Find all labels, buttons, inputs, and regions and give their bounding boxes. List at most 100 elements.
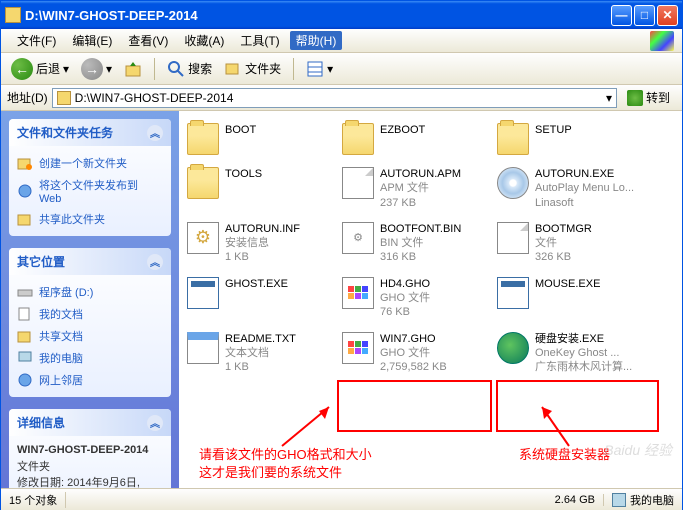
new-folder-icon [17, 155, 33, 171]
panel-title: 其它位置 [17, 253, 65, 270]
files-area[interactable]: BOOTEZBOOTSETUP TOOLSAUTORUN.APMAPM 文件237… [179, 111, 682, 488]
details-panel: 详细信息 ︽ WIN7-GHOST-DEEP-2014 文件夹 修改日期: 20… [9, 409, 171, 488]
sidebar: 文件和文件夹任务 ︽ 创建一个新文件夹 将这个文件夹发布到 Web 共享此文件夹… [1, 111, 179, 488]
menu-edit[interactable]: 编辑(E) [64, 30, 120, 51]
details-body: WIN7-GHOST-DEEP-2014 文件夹 修改日期: 2014年9月6日… [9, 436, 171, 488]
annotation-text-right: 系统硬盘安装器 [519, 446, 610, 464]
menubar: 文件(F) 编辑(E) 查看(V) 收藏(A) 工具(T) 帮助(H) [1, 29, 682, 53]
details-date-label: 修改日期: [17, 477, 64, 488]
file-item[interactable]: BOOTMGR文件326 KB [493, 218, 648, 269]
network-icon [17, 372, 33, 388]
folder-up-icon [124, 60, 142, 78]
chevron-down-icon: ▾ [327, 62, 333, 76]
file-item[interactable]: SETUP [493, 119, 648, 159]
place-mydocs[interactable]: 我的文档 [17, 303, 163, 325]
maximize-button[interactable]: □ [634, 5, 655, 26]
panel-header[interactable]: 其它位置 ︽ [9, 248, 171, 275]
details-type: 文件夹 [17, 461, 50, 473]
file-item[interactable]: GHOST.EXE [183, 273, 338, 324]
menu-file[interactable]: 文件(F) [9, 30, 64, 51]
file-item[interactable]: EZBOOT [338, 119, 493, 159]
places-panel: 其它位置 ︽ 程序盘 (D:) 我的文档 共享文档 我的电脑 网上邻居 [9, 248, 171, 397]
place-shareddocs[interactable]: 共享文档 [17, 325, 163, 347]
views-button[interactable]: ▾ [302, 58, 337, 80]
status-size: 2.64 GB [547, 494, 604, 506]
panel-header[interactable]: 详细信息 ︽ [9, 409, 171, 436]
folders-button[interactable]: 文件夹 [220, 58, 285, 80]
shared-docs-icon [17, 328, 33, 344]
globe-icon [17, 183, 33, 199]
folders-label: 文件夹 [245, 60, 281, 77]
panel-title: 详细信息 [17, 414, 65, 431]
goto-button[interactable]: 转到 [621, 87, 676, 108]
place-network[interactable]: 网上邻居 [17, 369, 163, 391]
search-icon [167, 60, 185, 78]
panel-header[interactable]: 文件和文件夹任务 ︽ [9, 119, 171, 146]
folders-icon [224, 60, 242, 78]
window-title: D:\WIN7-GHOST-DEEP-2014 [25, 8, 611, 23]
minimize-button[interactable]: — [611, 5, 632, 26]
file-item[interactable]: AUTORUN.APMAPM 文件237 KB [338, 163, 493, 214]
addressbar: 地址(D) D:\WIN7-GHOST-DEEP-2014 ▾ 转到 [1, 85, 682, 111]
file-item[interactable]: TOOLS [183, 163, 338, 214]
tasks-panel: 文件和文件夹任务 ︽ 创建一个新文件夹 将这个文件夹发布到 Web 共享此文件夹 [9, 119, 171, 236]
menu-favorites[interactable]: 收藏(A) [176, 30, 232, 51]
status-objects: 15 个对象 [1, 492, 66, 508]
file-item[interactable]: README.TXT文本文档1 KB [183, 328, 338, 379]
file-item[interactable]: BOOTFONT.BINBIN 文件316 KB [338, 218, 493, 269]
search-button[interactable]: 搜索 [163, 58, 216, 80]
up-button[interactable] [120, 58, 146, 80]
chevron-down-icon: ▾ [606, 91, 612, 105]
search-label: 搜索 [188, 60, 212, 77]
titlebar[interactable]: D:\WIN7-GHOST-DEEP-2014 — □ ✕ [1, 1, 682, 29]
forward-button[interactable]: → ▾ [77, 56, 116, 82]
status-location: 我的电脑 [604, 492, 682, 508]
folder-icon [5, 7, 21, 23]
goto-icon [627, 90, 643, 106]
computer-icon [612, 493, 626, 507]
arrow-icon [277, 401, 337, 451]
back-label: 后退 [36, 60, 60, 77]
chevron-down-icon: ▾ [106, 62, 112, 76]
back-button[interactable]: ← 后退 ▾ [7, 56, 73, 82]
share-icon [17, 211, 33, 227]
close-button[interactable]: ✕ [657, 5, 678, 26]
address-path: D:\WIN7-GHOST-DEEP-2014 [75, 91, 234, 105]
toolbar: ← 后退 ▾ → ▾ 搜索 文件夹 ▾ [1, 53, 682, 85]
file-item[interactable]: 硬盘安装.EXEOneKey Ghost ...广东雨林木风计算... [493, 328, 648, 379]
documents-icon [17, 306, 33, 322]
file-item[interactable]: AUTORUN.EXEAutoPlay Menu Lo...Linasoft [493, 163, 648, 214]
window-controls: — □ ✕ [611, 5, 678, 26]
annotation-text-left: 请看该文件的GHO格式和大小 这才是我们要的系统文件 [199, 446, 372, 482]
chevron-up-icon: ︽ [147, 254, 163, 270]
task-share-folder[interactable]: 共享此文件夹 [17, 208, 163, 230]
folder-icon [57, 91, 71, 105]
task-new-folder[interactable]: 创建一个新文件夹 [17, 152, 163, 174]
views-icon [306, 60, 324, 78]
file-item[interactable]: HD4.GHOGHO 文件76 KB [338, 273, 493, 324]
chevron-down-icon: ▾ [63, 62, 69, 76]
arrow-icon [534, 401, 574, 451]
place-mycomputer[interactable]: 我的电脑 [17, 347, 163, 369]
content-area: 文件和文件夹任务 ︽ 创建一个新文件夹 将这个文件夹发布到 Web 共享此文件夹… [1, 111, 682, 488]
file-item[interactable]: ⚙AUTORUN.INF安装信息1 KB [183, 218, 338, 269]
back-icon: ← [11, 58, 33, 80]
chevron-up-icon: ︽ [147, 125, 163, 141]
menu-tools[interactable]: 工具(T) [232, 30, 287, 51]
chevron-up-icon: ︽ [147, 415, 163, 431]
drive-icon [17, 284, 33, 300]
windows-logo-icon [650, 31, 674, 51]
forward-icon: → [81, 58, 103, 80]
statusbar: 15 个对象 2.64 GB 我的电脑 [1, 488, 682, 510]
menu-view[interactable]: 查看(V) [120, 30, 176, 51]
menu-help[interactable]: 帮助(H) [290, 31, 343, 50]
task-publish-web[interactable]: 将这个文件夹发布到 Web [17, 174, 163, 208]
details-name: WIN7-GHOST-DEEP-2014 [17, 444, 148, 456]
file-item[interactable]: BOOT [183, 119, 338, 159]
place-drive[interactable]: 程序盘 (D:) [17, 281, 163, 303]
explorer-window: D:\WIN7-GHOST-DEEP-2014 — □ ✕ 文件(F) 编辑(E… [0, 0, 683, 510]
file-item[interactable]: MOUSE.EXE [493, 273, 648, 324]
file-item[interactable]: WIN7.GHOGHO 文件2,759,582 KB [338, 328, 493, 379]
address-input[interactable]: D:\WIN7-GHOST-DEEP-2014 ▾ [52, 88, 617, 108]
goto-label: 转到 [646, 89, 670, 106]
